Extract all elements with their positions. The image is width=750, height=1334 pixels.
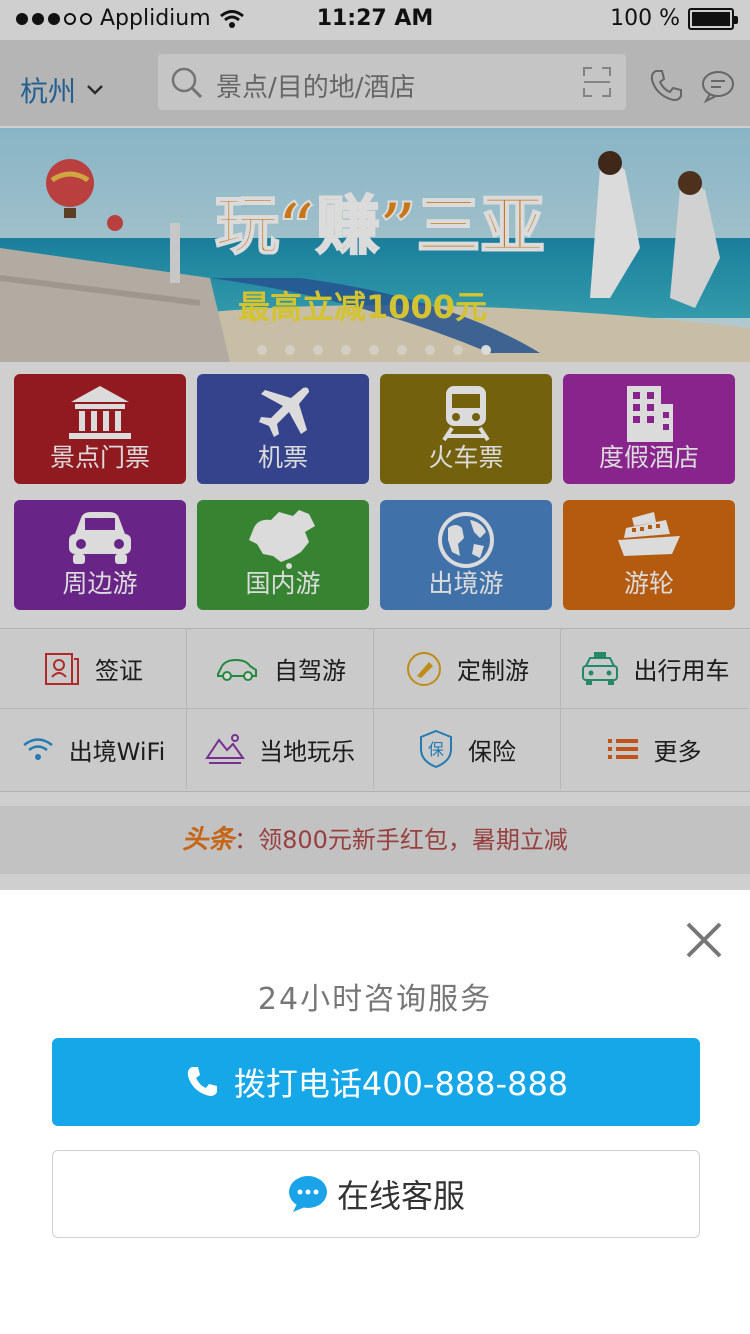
airplane-icon xyxy=(259,387,309,437)
online-service-button[interactable]: 在线客服 xyxy=(52,1150,700,1238)
link-visa[interactable]: 签证 xyxy=(0,629,187,709)
passport-icon xyxy=(45,652,79,685)
city-name: 杭州 xyxy=(20,75,77,108)
link-local-fun[interactable]: 当地玩乐 xyxy=(187,709,374,789)
custom-tour-icon xyxy=(407,651,441,686)
city-selector[interactable]: 杭州 xyxy=(20,70,104,110)
message-icon[interactable] xyxy=(700,68,736,104)
list-icon xyxy=(607,739,638,759)
car-outline-icon xyxy=(217,658,257,681)
link-insurance[interactable]: 保 保险 xyxy=(374,709,561,789)
tile-label: 度假酒店 xyxy=(598,443,699,472)
link-car-rental[interactable]: 出行用车 xyxy=(561,629,748,709)
mountain-icon xyxy=(205,734,245,764)
tile-label: 周边游 xyxy=(62,569,138,598)
svg-text:保: 保 xyxy=(428,740,444,759)
link-label: 出行用车 xyxy=(633,657,730,685)
tile-flights[interactable]: 机票 xyxy=(197,374,369,484)
headline-news[interactable]: 头条：领800元新手红包，暑期立减 xyxy=(0,806,750,874)
tile-label: 景点门票 xyxy=(49,443,150,472)
quick-links: 签证 自驾游 定制游 出行用车 出境WiFi 当地玩乐 保 保险 更多 xyxy=(0,628,750,792)
insurance-shield-icon: 保 xyxy=(420,729,452,769)
link-label: 出境WiFi xyxy=(68,737,166,766)
scan-icon[interactable] xyxy=(582,66,612,98)
tile-nearby[interactable]: 周边游 xyxy=(14,500,186,610)
link-label: 签证 xyxy=(95,657,143,685)
promo-banner[interactable]: 玩“赚”三亚 最高立减1000元 xyxy=(0,128,750,362)
wifi-icon xyxy=(22,738,53,760)
tile-label: 火车票 xyxy=(428,443,504,472)
link-label: 更多 xyxy=(653,737,702,766)
tile-outbound[interactable]: 出境游 xyxy=(380,500,552,610)
consult-sheet: 24小时咨询服务 拨打电话400-888-888 在线客服 xyxy=(0,890,750,1334)
tile-domestic[interactable]: 国内游 xyxy=(197,500,369,610)
link-label: 保险 xyxy=(468,737,516,766)
status-bar: Applidium 11:27 AM 100 % xyxy=(0,0,750,40)
battery-icon xyxy=(688,7,738,30)
call-button-label: 拨打电话400-888-888 xyxy=(233,1065,569,1103)
phone-icon xyxy=(187,1067,217,1096)
link-wifi[interactable]: 出境WiFi xyxy=(0,709,187,789)
globe-icon xyxy=(438,512,494,568)
link-custom-tour[interactable]: 定制游 xyxy=(374,629,561,709)
hotel-icon xyxy=(627,386,673,442)
temple-icon xyxy=(69,386,131,439)
search-bar[interactable]: 景点/目的地/酒店 xyxy=(158,54,626,110)
tile-label: 机票 xyxy=(257,443,308,472)
battery-area: 100 % xyxy=(610,6,738,31)
cruise-ship-icon xyxy=(618,512,680,556)
tile-train[interactable]: 火车票 xyxy=(380,374,552,484)
banner-image: 玩“赚”三亚 最高立减1000元 xyxy=(0,128,750,362)
news-tag: 头条 xyxy=(182,825,235,855)
link-label: 定制游 xyxy=(457,657,529,685)
tile-cruise[interactable]: 游轮 xyxy=(563,500,735,610)
china-map-icon xyxy=(249,510,315,569)
search-icon xyxy=(171,67,203,99)
carousel-dots xyxy=(257,345,491,355)
battery-percent: 100 % xyxy=(610,6,680,31)
banner-headline: 玩“赚”三亚 xyxy=(215,189,545,264)
tile-label: 游轮 xyxy=(623,569,674,598)
banner-subline: 最高立减1000元 xyxy=(238,288,487,326)
link-self-drive[interactable]: 自驾游 xyxy=(187,629,374,709)
taxi-icon xyxy=(581,651,618,685)
call-button[interactable]: 拨打电话400-888-888 xyxy=(52,1038,700,1126)
tile-label: 国内游 xyxy=(245,569,321,598)
chevron-down-icon xyxy=(87,85,103,95)
sheet-title: 24小时咨询服务 xyxy=(257,982,493,1017)
phone-icon[interactable] xyxy=(648,68,684,104)
link-label: 自驾游 xyxy=(274,657,346,685)
tile-hotel[interactable]: 度假酒店 xyxy=(563,374,735,484)
train-icon xyxy=(442,386,490,442)
tile-tickets[interactable]: 景点门票 xyxy=(14,374,186,484)
close-icon[interactable] xyxy=(684,920,724,960)
link-label: 当地玩乐 xyxy=(259,737,355,766)
tile-label: 出境游 xyxy=(428,569,504,598)
search-placeholder: 景点/目的地/酒店 xyxy=(216,73,416,103)
car-icon xyxy=(69,512,131,564)
link-more[interactable]: 更多 xyxy=(561,709,748,789)
chat-bubble-icon xyxy=(288,1176,327,1212)
top-bar: 杭州 景点/目的地/酒店 xyxy=(0,40,750,126)
news-text: ：领800元新手红包，暑期立减 xyxy=(234,826,568,854)
online-service-label: 在线客服 xyxy=(336,1177,465,1215)
